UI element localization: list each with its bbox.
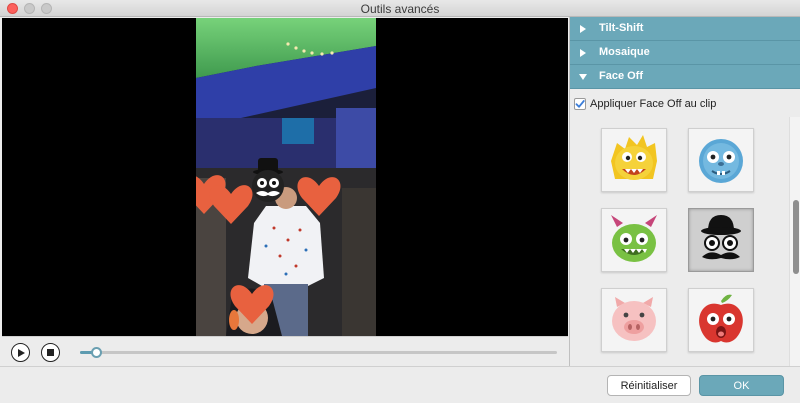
blue-furry-monster-icon — [699, 139, 743, 183]
video-frame — [196, 18, 376, 336]
play-icon — [18, 348, 25, 357]
mask-grid — [570, 117, 789, 366]
stop-icon — [47, 349, 54, 356]
video-preview — [2, 18, 568, 336]
mask-option-bowler-mustache[interactable] — [688, 208, 754, 272]
bowler-hat-mustache-icon — [701, 215, 741, 260]
mask-option-green-monster[interactable] — [601, 208, 667, 272]
section-face-off[interactable]: Face Off — [570, 65, 800, 89]
green-horned-monster-icon — [611, 215, 657, 262]
play-button[interactable] — [11, 343, 30, 362]
timeline-track[interactable] — [80, 351, 557, 354]
timeline-scrubber[interactable] — [91, 347, 103, 358]
mask-grid-scrollbar[interactable] — [789, 117, 800, 366]
section-tilt-shift[interactable]: Tilt-Shift — [570, 17, 800, 41]
chevron-down-icon — [579, 74, 587, 80]
yellow-furry-monster-icon — [611, 135, 657, 180]
window-title: Outils avancés — [360, 2, 440, 16]
section-mosaique[interactable]: Mosaique — [570, 41, 800, 65]
dialog-footer: Réinitialiser OK — [0, 366, 800, 403]
mask-option-pig[interactable] — [601, 288, 667, 352]
apply-face-off-checkbox[interactable] — [574, 98, 586, 110]
section-label: Tilt-Shift — [599, 22, 644, 34]
apply-face-off-option[interactable]: Appliquer Face Off au clip — [574, 95, 716, 113]
title-bar: Outils avancés — [0, 0, 800, 17]
chevron-right-icon — [580, 25, 586, 33]
playback-controls — [2, 336, 568, 366]
pig-face-icon — [612, 297, 656, 341]
chevron-right-icon — [580, 49, 586, 57]
section-label: Mosaique — [599, 46, 650, 58]
mask-option-blue-monster[interactable] — [688, 128, 754, 192]
checkmark-icon — [575, 100, 585, 108]
mask-option-apple[interactable] — [688, 288, 754, 352]
effects-panel: Tilt-Shift Mosaique Face Off Appliquer F… — [569, 17, 800, 366]
apply-face-off-label: Appliquer Face Off au clip — [590, 98, 717, 110]
scrollbar-thumb[interactable] — [793, 200, 799, 274]
mask-option-yellow-monster[interactable] — [601, 128, 667, 192]
stop-button[interactable] — [41, 343, 60, 362]
section-label: Face Off — [599, 70, 644, 82]
ok-button[interactable]: OK — [699, 375, 784, 396]
video-frame-image — [196, 18, 376, 336]
apple-face-icon — [699, 294, 743, 343]
reset-button[interactable]: Réinitialiser — [607, 375, 691, 396]
